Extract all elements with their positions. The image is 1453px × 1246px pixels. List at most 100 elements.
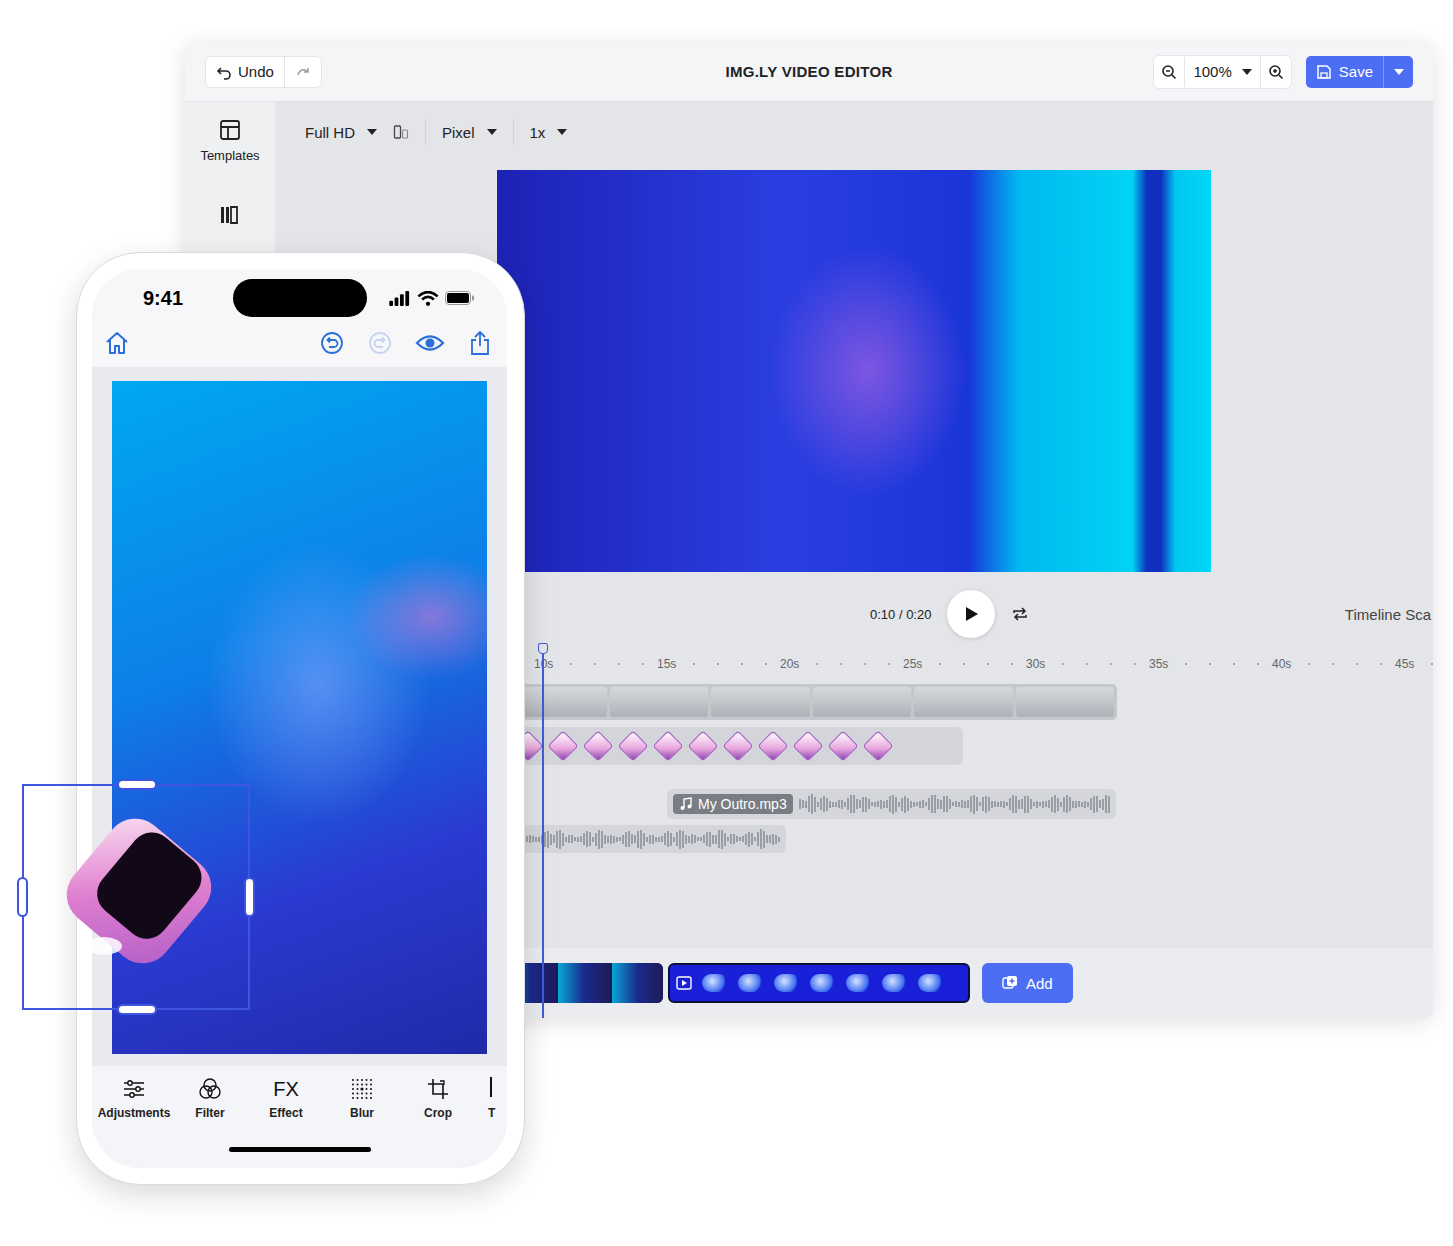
playhead[interactable] [542, 645, 544, 1018]
clip-frame [612, 963, 663, 1003]
play-button[interactable] [947, 590, 995, 638]
add-icon [1002, 975, 1018, 991]
caret-icon [557, 129, 567, 135]
timeline-track[interactable] [505, 684, 1117, 720]
top-actions: 100% Save [1153, 55, 1413, 89]
zoom-out-button[interactable] [1154, 57, 1184, 87]
loop-button[interactable] [1011, 605, 1029, 623]
undo-button[interactable] [319, 330, 345, 356]
clip-frame [558, 963, 609, 1003]
resize-handle[interactable] [117, 1004, 157, 1015]
zoom-out-icon [1161, 64, 1177, 80]
save-button[interactable]: Save [1306, 56, 1383, 88]
sticker-thumbnail-icon [862, 730, 893, 761]
tool-button[interactable]: FXEffect [248, 1077, 324, 1120]
play-icon [962, 605, 980, 623]
preview-button[interactable] [415, 330, 445, 356]
text-frame [813, 687, 912, 717]
battery-icon [445, 291, 475, 305]
clip-frame [738, 974, 764, 992]
audio-label: My Outro.mp3 [673, 794, 793, 814]
orientation-button[interactable] [393, 124, 409, 140]
text-frame [914, 687, 1013, 717]
ruler-tick: 20s [780, 657, 903, 671]
resize-handle[interactable] [244, 877, 255, 917]
timeline-scale-label: Timeline Sca [1345, 606, 1433, 623]
text-tool-icon [488, 1077, 492, 1097]
dynamic-island [233, 279, 367, 317]
tool-button[interactable]: Adjustments [96, 1077, 172, 1120]
eye-icon [415, 330, 445, 356]
playback-group: 0:10 / 0:20 [870, 590, 1029, 638]
window-title: IMG.LY VIDEO EDITOR [725, 63, 892, 80]
redo-button[interactable] [285, 56, 322, 88]
caret-icon [367, 129, 377, 135]
phone-header [92, 319, 507, 367]
redo-icon [295, 64, 311, 80]
time-display: 0:10 / 0:20 [870, 607, 931, 622]
tool-button[interactable]: Filter [172, 1077, 248, 1120]
waveform [799, 794, 1110, 814]
redo-button[interactable] [367, 330, 393, 356]
clip-frame [774, 974, 800, 992]
library-button[interactable] [218, 203, 242, 227]
save-group: Save [1306, 56, 1413, 88]
separator [425, 119, 426, 145]
undo-icon [216, 64, 232, 80]
caret-icon [487, 129, 497, 135]
home-area [92, 1130, 507, 1168]
clip[interactable] [668, 963, 970, 1003]
ruler-tick: 40s [1272, 657, 1395, 671]
resize-handle[interactable] [17, 877, 28, 917]
sidebar-item[interactable]: Templates [200, 118, 259, 163]
ruler-tick: 25s [903, 657, 1026, 671]
clip-frame [810, 974, 836, 992]
caret-icon [1242, 69, 1252, 75]
ruler-tick: 30s [1026, 657, 1149, 671]
speed-dropdown[interactable]: 1x [530, 120, 568, 145]
sticker-thumbnail-icon [687, 730, 718, 761]
sticker-thumbnail-icon [792, 730, 823, 761]
redo-icon [367, 330, 393, 356]
sticker-thumbnail-icon [757, 730, 788, 761]
phone: 9:41AdjustmentsFilterFXEffectBlurCropT [76, 252, 525, 1185]
text-frame [711, 687, 810, 717]
clip-frame [918, 974, 944, 992]
undo-button[interactable]: Undo [205, 56, 285, 88]
timeline-track[interactable] [505, 825, 786, 853]
caret-icon [1394, 69, 1404, 75]
sticker-thumbnail-icon [827, 730, 858, 761]
home-icon [104, 330, 130, 356]
home-button[interactable] [104, 330, 130, 356]
timeline-track[interactable]: My Outro.mp3 [667, 789, 1116, 819]
sticker-thumbnail-icon [617, 730, 648, 761]
resolution-dropdown[interactable]: Full HD [305, 120, 377, 145]
share-icon [467, 330, 493, 356]
sticker-selection[interactable] [22, 784, 250, 1010]
phone-screen: 9:41AdjustmentsFilterFXEffectBlurCropT [92, 269, 507, 1168]
loop-icon [1011, 605, 1029, 623]
resize-handle[interactable] [117, 779, 157, 790]
tool-button[interactable]: Crop [400, 1077, 476, 1120]
zoom-in-button[interactable] [1261, 57, 1291, 87]
share-button[interactable] [467, 330, 493, 356]
sticker-thumbnail-icon [652, 730, 683, 761]
tool-button[interactable]: Blur [324, 1077, 400, 1120]
timeline-track[interactable] [505, 727, 963, 765]
separator [513, 119, 514, 145]
canvas-toolbar: Full HD Pixel 1x [275, 102, 1433, 162]
tool-button[interactable]: T [476, 1077, 506, 1120]
ruler-tick: 10s [534, 657, 657, 671]
add-button[interactable]: Add [982, 963, 1073, 1003]
adjustments-icon [122, 1077, 146, 1101]
music-note-icon [679, 797, 693, 811]
save-options-button[interactable] [1383, 56, 1413, 88]
status-icons [389, 291, 475, 306]
effect-icon: FX [273, 1077, 299, 1101]
templates-icon [218, 118, 242, 142]
wifi-icon [417, 291, 439, 306]
unit-dropdown[interactable]: Pixel [442, 120, 497, 145]
zoom-dropdown[interactable]: 100% [1184, 57, 1260, 87]
tool-bar: AdjustmentsFilterFXEffectBlurCropT [92, 1066, 507, 1130]
clip[interactable] [505, 963, 663, 1003]
